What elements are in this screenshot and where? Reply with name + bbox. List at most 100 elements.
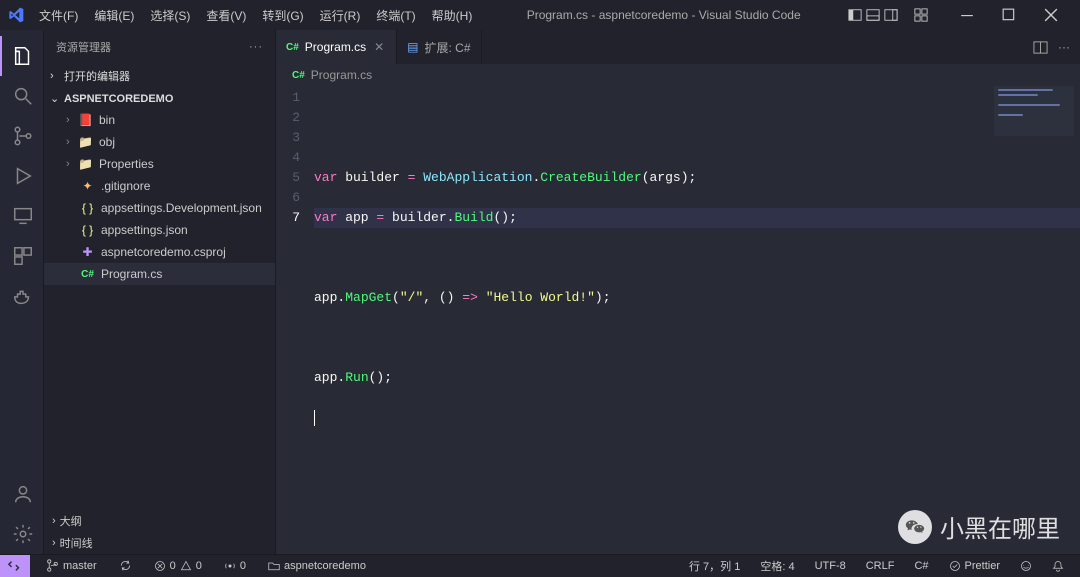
menu-view[interactable]: 查看(V) [199, 3, 253, 28]
status-sync[interactable] [113, 559, 138, 572]
sync-icon [119, 559, 132, 572]
status-lncol[interactable]: 行 7，列 1 [683, 558, 746, 574]
close-icon[interactable]: ✕ [372, 40, 386, 54]
pane-open-editors[interactable]: › 打开的编辑器 [44, 64, 275, 88]
file-program-cs[interactable]: C#Program.cs [44, 263, 275, 285]
status-branch[interactable]: master [40, 559, 103, 572]
activity-search[interactable] [0, 76, 44, 116]
status-encoding[interactable]: UTF-8 [809, 560, 852, 572]
bell-icon [1052, 560, 1064, 572]
chevron-right-icon: › [52, 515, 56, 527]
activity-extensions[interactable] [0, 236, 44, 276]
status-problems[interactable]: 0 0 [148, 560, 208, 572]
file-csproj[interactable]: ✚aspnetcoredemo.csproj [44, 241, 275, 263]
file-tree: ›📕bin ›📁obj ›📁Properties ✦.gitignore { }… [44, 109, 275, 285]
toggle-secondary-sidebar-icon[interactable] [884, 8, 898, 22]
toggle-primary-sidebar-icon[interactable] [848, 8, 862, 22]
window-title: Program.cs - aspnetcoredemo - Visual Stu… [479, 8, 848, 22]
status-prettier[interactable]: Prettier [943, 560, 1006, 572]
tab-ext-csharp[interactable]: ▤ 扩展: C# [397, 30, 481, 64]
activity-account[interactable] [0, 474, 44, 514]
menu-terminal[interactable]: 终端(T) [369, 3, 422, 28]
csharp-icon: C# [80, 267, 95, 282]
feedback-icon [1020, 560, 1032, 572]
sidebar-more-icon[interactable]: ··· [249, 41, 263, 53]
line-gutter: 1234567 [276, 86, 314, 554]
editor-tabs: C# Program.cs ✕ ▤ 扩展: C# ··· [276, 30, 1080, 64]
project-name-label: ASPNETCOREDEMO [64, 93, 173, 105]
csproj-icon: ✚ [80, 245, 95, 260]
folder-properties[interactable]: ›📁Properties [44, 153, 275, 175]
csharp-icon: C# [286, 42, 299, 53]
text-cursor [314, 410, 315, 426]
extension-icon: ▤ [407, 40, 418, 54]
folder-icon: 📁 [78, 135, 93, 150]
code-content[interactable]: var builder = WebApplication.CreateBuild… [314, 86, 1080, 554]
pane-timeline[interactable]: ›时间线 [44, 532, 275, 554]
menu-edit[interactable]: 编辑(E) [87, 3, 141, 28]
warning-icon [180, 560, 192, 572]
toggle-panel-icon[interactable] [866, 8, 880, 22]
chevron-right-icon: › [52, 537, 56, 549]
activity-explorer[interactable] [0, 36, 44, 76]
menu-goto[interactable]: 转到(G) [255, 3, 310, 28]
status-bar: master 0 0 0 aspnetcoredemo 行 7，列 1 空格: … [0, 554, 1080, 576]
folder-icon: 📕 [78, 113, 93, 128]
status-feedback[interactable] [1014, 560, 1038, 572]
folder-icon [268, 560, 280, 572]
more-actions-icon[interactable]: ··· [1058, 40, 1070, 54]
code-editor[interactable]: 1234567 var builder = WebApplication.Cre… [276, 86, 1080, 554]
folder-obj[interactable]: ›📁obj [44, 131, 275, 153]
window-maximize[interactable] [988, 0, 1030, 30]
explorer-sidebar: 资源管理器 ··· › 打开的编辑器 ⌄ ASPNETCOREDEMO ›📕bi… [44, 30, 276, 554]
error-icon [154, 560, 166, 572]
activity-docker[interactable] [0, 276, 44, 316]
file-gitignore[interactable]: ✦.gitignore [44, 175, 275, 197]
prettier-icon [949, 560, 961, 572]
tab-program-cs[interactable]: C# Program.cs ✕ [276, 30, 397, 64]
minimap[interactable] [994, 86, 1074, 136]
window-minimize[interactable] [946, 0, 988, 30]
menu-file[interactable]: 文件(F) [32, 3, 85, 28]
pane-outline[interactable]: ›大纲 [44, 510, 275, 532]
menu-select[interactable]: 选择(S) [143, 3, 197, 28]
menu-help[interactable]: 帮助(H) [425, 3, 480, 28]
activity-source-control[interactable] [0, 116, 44, 156]
folder-bin[interactable]: ›📕bin [44, 109, 275, 131]
vscode-logo-icon [8, 7, 24, 23]
breadcrumb[interactable]: C# Program.cs [276, 64, 1080, 86]
git-branch-icon [46, 559, 59, 572]
activity-settings[interactable] [0, 514, 44, 554]
customize-layout-icon[interactable] [914, 8, 928, 22]
json-icon: { } [80, 223, 95, 238]
open-editors-label: 打开的编辑器 [64, 68, 130, 84]
chevron-right-icon: › [50, 70, 60, 82]
folder-icon: 📁 [78, 157, 93, 172]
json-icon: { } [80, 201, 95, 216]
remote-indicator[interactable] [0, 555, 30, 577]
status-language[interactable]: C# [908, 560, 934, 572]
status-eol[interactable]: CRLF [860, 560, 901, 572]
window-close[interactable] [1030, 0, 1072, 30]
file-appsettings[interactable]: { }appsettings.json [44, 219, 275, 241]
title-bar: 文件(F) 编辑(E) 选择(S) 查看(V) 转到(G) 运行(R) 终端(T… [0, 0, 1080, 30]
status-ports[interactable]: 0 [218, 560, 252, 572]
radio-icon [224, 560, 236, 572]
title-right-icons [848, 0, 1072, 30]
tab-label: Program.cs [305, 40, 366, 54]
status-folder[interactable]: aspnetcoredemo [262, 560, 372, 572]
status-spaces[interactable]: 空格: 4 [754, 558, 800, 574]
chevron-down-icon: ⌄ [50, 92, 60, 105]
split-editor-icon[interactable] [1033, 40, 1048, 55]
main-menu: 文件(F) 编辑(E) 选择(S) 查看(V) 转到(G) 运行(R) 终端(T… [32, 3, 479, 28]
file-appsettings-dev[interactable]: { }appsettings.Development.json [44, 197, 275, 219]
status-notifications[interactable] [1046, 560, 1070, 572]
git-icon: ✦ [80, 179, 95, 194]
menu-run[interactable]: 运行(R) [313, 3, 368, 28]
activity-remote[interactable] [0, 196, 44, 236]
pane-project[interactable]: ⌄ ASPNETCOREDEMO [44, 88, 275, 109]
activity-bar [0, 30, 44, 554]
editor-area: C# Program.cs ✕ ▤ 扩展: C# ··· C# Program.… [276, 30, 1080, 554]
explorer-title: 资源管理器 [56, 39, 111, 55]
activity-run-debug[interactable] [0, 156, 44, 196]
